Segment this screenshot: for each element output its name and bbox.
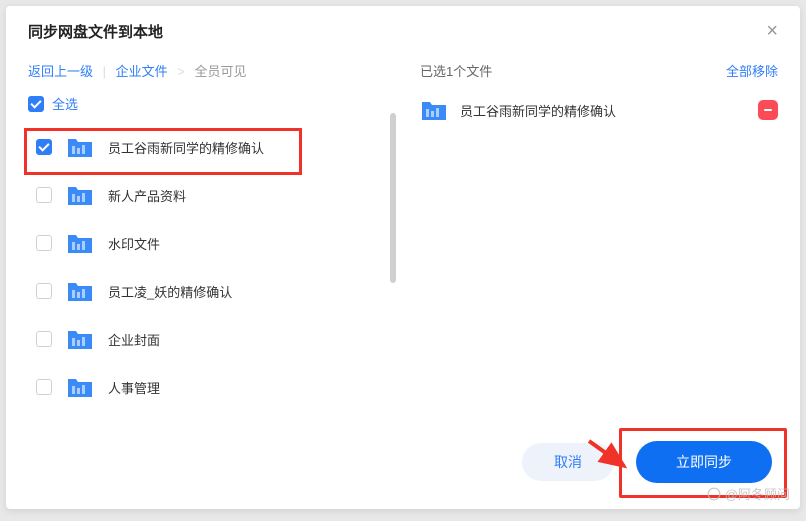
selected-file-name: 员工谷雨新同学的精修确认: [460, 101, 746, 120]
select-all-row[interactable]: 全选: [28, 94, 396, 113]
scrollbar[interactable]: [390, 113, 396, 283]
file-checkbox[interactable]: [36, 235, 52, 251]
folder-icon: [66, 231, 94, 255]
file-name: 员工凌_妖的精修确认: [108, 282, 232, 301]
file-row[interactable]: 员工凌_妖的精修确认: [28, 267, 396, 315]
confirm-button[interactable]: 立即同步: [636, 441, 772, 483]
dialog-body: 返回上一级 | 企业文件 > 全员可见 全选 员工谷雨新同学的精修确认新人产品资…: [6, 57, 800, 437]
dialog-footer: 取消 立即同步: [522, 441, 772, 483]
file-list: 员工谷雨新同学的精修确认新人产品资料水印文件员工凌_妖的精修确认企业封面人事管理: [28, 123, 396, 411]
folder-icon: [66, 183, 94, 207]
left-panel: 返回上一级 | 企业文件 > 全员可见 全选 员工谷雨新同学的精修确认新人产品资…: [6, 57, 404, 437]
file-row[interactable]: 人事管理: [28, 363, 396, 411]
file-row[interactable]: 新人产品资料: [28, 171, 396, 219]
sync-dialog: 同步网盘文件到本地 × 返回上一级 | 企业文件 > 全员可见 全选 员工谷雨新…: [6, 6, 800, 509]
dialog-header: 同步网盘文件到本地 ×: [6, 6, 800, 57]
file-row[interactable]: 员工谷雨新同学的精修确认: [28, 123, 396, 171]
breadcrumb-root[interactable]: 企业文件: [116, 64, 168, 79]
select-all-label: 全选: [52, 94, 78, 113]
file-name: 员工谷雨新同学的精修确认: [108, 138, 264, 157]
folder-icon: [66, 327, 94, 351]
cancel-button[interactable]: 取消: [522, 443, 614, 481]
folder-icon: [66, 279, 94, 303]
remove-item-button[interactable]: [758, 100, 778, 120]
file-checkbox[interactable]: [36, 187, 52, 203]
file-checkbox[interactable]: [36, 331, 52, 347]
selection-header: 已选1个文件 全部移除: [420, 57, 778, 80]
breadcrumb: 返回上一级 | 企业文件 > 全员可见: [28, 57, 396, 80]
file-name: 新人产品资料: [108, 186, 186, 205]
file-name: 人事管理: [108, 378, 160, 397]
selected-count: 已选1个文件: [420, 61, 492, 80]
file-name: 企业封面: [108, 330, 160, 349]
breadcrumb-current: 全员可见: [195, 64, 247, 79]
selected-list: 员工谷雨新同学的精修确认: [420, 98, 778, 122]
file-row[interactable]: 企业封面: [28, 315, 396, 363]
watermark: @阿冬顾问: [707, 484, 790, 503]
folder-icon: [66, 135, 94, 159]
file-checkbox[interactable]: [36, 379, 52, 395]
remove-all-link[interactable]: 全部移除: [726, 61, 778, 80]
folder-icon: [420, 98, 448, 122]
folder-icon: [66, 375, 94, 399]
file-checkbox[interactable]: [36, 139, 52, 155]
dialog-title: 同步网盘文件到本地: [28, 21, 163, 42]
file-row[interactable]: 水印文件: [28, 219, 396, 267]
file-checkbox[interactable]: [36, 283, 52, 299]
breadcrumb-back[interactable]: 返回上一级: [28, 64, 93, 79]
select-all-checkbox[interactable]: [28, 96, 44, 112]
file-name: 水印文件: [108, 234, 160, 253]
watermark-icon: [707, 487, 721, 501]
close-icon[interactable]: ×: [766, 20, 778, 43]
selected-row: 员工谷雨新同学的精修确认: [420, 98, 778, 122]
right-panel: 已选1个文件 全部移除 员工谷雨新同学的精修确认: [404, 57, 800, 437]
